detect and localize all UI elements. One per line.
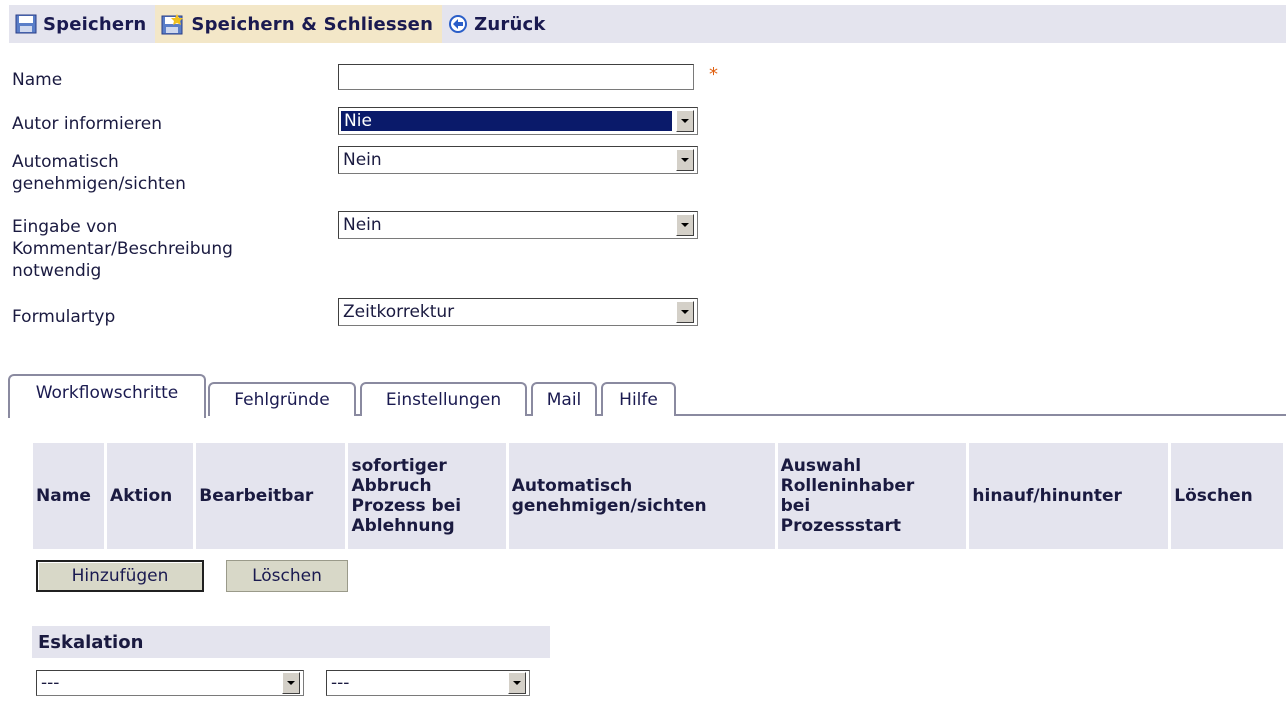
col-header-role-line: Prozessstart <box>780 516 902 536</box>
save-close-label: Speichern & Schliessen <box>191 13 434 35</box>
col-header-action: Aktion <box>107 443 194 549</box>
chevron-down-icon <box>676 301 694 323</box>
notify-author-label: Autor informieren <box>12 114 163 134</box>
comment-required-label: Eingabe von Kommentar/Beschreibung notwe… <box>12 216 233 282</box>
save-button[interactable]: Speichern <box>9 5 155 43</box>
form-type-label: Formulartyp <box>12 307 116 327</box>
save-icon <box>15 14 37 34</box>
tab-bar: Workflowschritte Fehlgründe Einstellunge… <box>8 372 1286 418</box>
col-header-abort: sofortiger Abbruch Prozess bei Ablehnung <box>348 443 506 549</box>
escalation-select-1[interactable]: --- <box>36 670 304 696</box>
col-header-role-line: Rolleninhaber <box>780 476 915 496</box>
table-header-row: Name Aktion Bearbeitbar sofortiger Abbru… <box>33 443 1283 549</box>
form-type-select[interactable]: Zeitkorrektur <box>338 298 698 326</box>
comment-required-label-line-2: Kommentar/Beschreibung <box>12 239 233 259</box>
back-button[interactable]: Zurück <box>442 5 554 43</box>
comment-required-label-line-3: notwendig <box>12 261 102 281</box>
col-header-role-line: bei <box>780 496 811 516</box>
col-header-up-down: hinauf/hinunter <box>969 443 1169 549</box>
tab-einstellungen[interactable]: Einstellungen <box>360 382 527 416</box>
col-header-auto-line: genehmigen/sichten <box>511 496 707 516</box>
escalation-select-2[interactable]: --- <box>326 670 530 696</box>
notify-author-value: Nie <box>341 111 672 131</box>
col-header-auto-approve: Automatisch genehmigen/sichten <box>508 443 775 549</box>
name-input[interactable] <box>338 64 694 90</box>
auto-approve-value: Nein <box>343 150 382 170</box>
save-close-icon <box>161 13 185 35</box>
escalation-header: Eskalation <box>32 626 550 658</box>
back-label: Zurück <box>474 13 546 35</box>
delete-button[interactable]: Löschen <box>226 560 348 592</box>
auto-approve-label-line-2: genehmigen/sichten <box>12 174 186 194</box>
col-header-name: Name <box>33 443 105 549</box>
auto-approve-label-line-1: Automatisch <box>12 152 119 172</box>
form-type-value: Zeitkorrektur <box>343 302 455 322</box>
chevron-down-icon <box>676 149 694 171</box>
notify-author-select[interactable]: Nie <box>338 107 698 135</box>
col-header-role-select: Auswahl Rolleninhaber bei Prozessstart <box>777 443 967 549</box>
col-header-auto-line: Automatisch <box>511 476 633 496</box>
back-arrow-icon <box>448 14 468 34</box>
col-header-abort-line: Abbruch <box>351 476 432 496</box>
chevron-down-icon <box>282 672 300 694</box>
auto-approve-label: Automatisch genehmigen/sichten <box>12 151 186 195</box>
chevron-down-icon <box>508 672 526 694</box>
tab-fehlgruende[interactable]: Fehlgründe <box>208 382 356 416</box>
workflow-steps-table: Name Aktion Bearbeitbar sofortiger Abbru… <box>30 443 1286 549</box>
comment-required-select[interactable]: Nein <box>338 211 698 239</box>
required-marker: * <box>709 64 718 85</box>
tab-mail[interactable]: Mail <box>531 382 597 416</box>
add-button[interactable]: Hinzufügen <box>36 560 204 592</box>
auto-approve-select[interactable]: Nein <box>338 146 698 174</box>
comment-required-label-line-1: Eingabe von <box>12 217 118 237</box>
col-header-role-line: Auswahl <box>780 456 862 476</box>
col-header-editable: Bearbeitbar <box>196 443 346 549</box>
save-label: Speichern <box>43 13 147 35</box>
tab-workflowschritte[interactable]: Workflowschritte <box>8 374 206 418</box>
comment-required-value: Nein <box>343 215 382 235</box>
col-header-abort-line: sofortiger <box>351 456 447 476</box>
col-header-delete: Löschen <box>1171 443 1283 549</box>
toolbar: Speichern Speichern & Schliessen Zurück <box>9 5 1286 43</box>
col-header-abort-line: Prozess bei <box>351 496 462 516</box>
chevron-down-icon <box>676 110 694 132</box>
col-header-abort-line: Ablehnung <box>351 516 455 536</box>
chevron-down-icon <box>676 214 694 236</box>
tab-hilfe[interactable]: Hilfe <box>601 382 676 416</box>
escalation-select-2-value: --- <box>331 673 350 693</box>
name-label: Name <box>12 70 63 90</box>
save-close-button[interactable]: Speichern & Schliessen <box>155 5 443 43</box>
escalation-select-1-value: --- <box>41 673 60 693</box>
